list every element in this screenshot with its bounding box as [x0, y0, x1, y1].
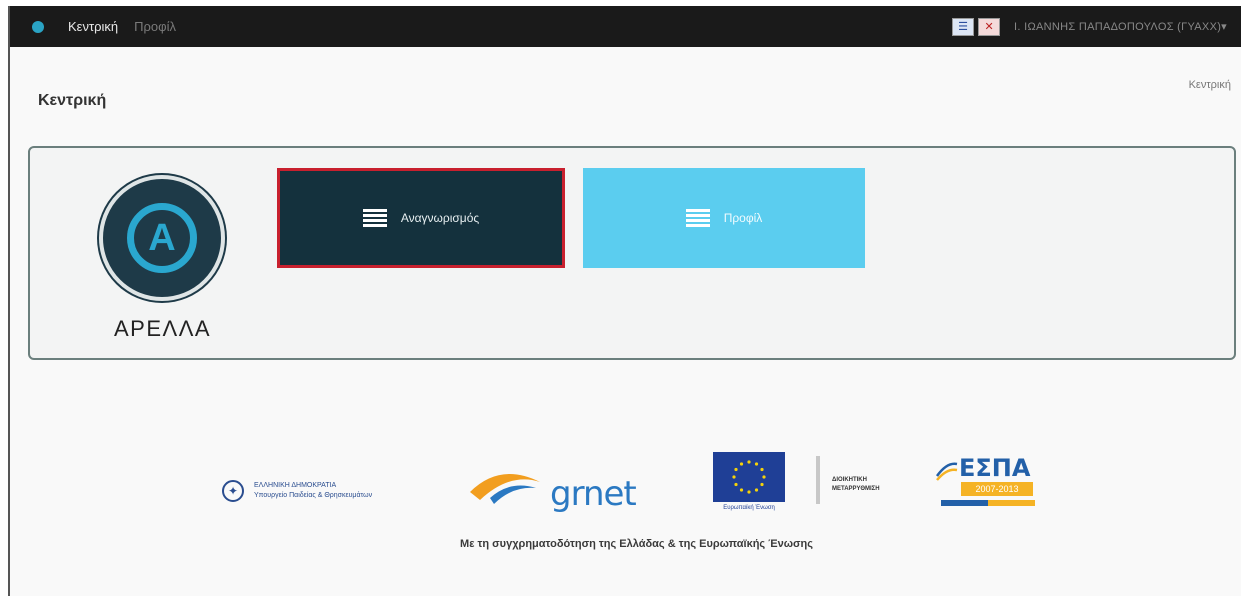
page-title: Κεντρική [38, 92, 107, 109]
cofunding-text: Με τη συγχρηματοδότηση της Ελλάδας & της… [460, 538, 813, 550]
top-navbar: Κεντρική Προφίλ ☰ ✕ Ι. ΙΩΑΝΝΗΣ ΠΑΠΑΔΟΠΟΥ… [10, 6, 1241, 47]
grnet-swoosh-icon [470, 474, 540, 504]
list-icon [685, 209, 710, 227]
tile-label: Προφίλ [723, 211, 763, 225]
list-icon [362, 209, 387, 227]
eu-flag-icon [713, 452, 785, 502]
administrative-reform-logo: ΔΙΟΙΚΗΤΙΚΗ ΜΕΤΑΡΡΥΘΜΙΣΗ [810, 456, 910, 504]
main-panel: A ΑΡΕΛΛΑ Αναγνωρισμός Προφίλ [28, 146, 1236, 360]
user-menu[interactable]: Ι. ΙΩΑΝΝΗΣ ΠΑΠΑΔΟΠΟΥΛΟΣ (ΓΥΑΧΧ)▾ [1014, 20, 1227, 33]
apella-logo: A [99, 175, 225, 301]
dm-line-2: ΜΕΤΑΡΡΥΘΜΙΣΗ [832, 486, 880, 492]
espa-logo: ΕΣΠΑ 2007-2013 [935, 454, 1040, 514]
dm-line-1: ΔΙΟΙΚΗΤΙΚΗ [832, 477, 867, 483]
nav-link-home[interactable]: Κεντρική [68, 19, 118, 34]
footer-logos: ✦ ΕΛΛΗΝΙΚΗ ΔΗΜΟΚΡΑΤΙΑ Υπουργείο Παιδείας… [10, 446, 1241, 566]
tile-label: Αναγνωρισμός [400, 211, 480, 225]
espa-swoosh-icon [935, 462, 958, 481]
tile-registrations[interactable]: Αναγνωρισμός [277, 168, 565, 268]
breadcrumb[interactable]: Κεντρική [1189, 79, 1231, 91]
grnet-logo: grnet [460, 452, 710, 514]
language-english-button[interactable]: ✕ [978, 17, 1001, 36]
espa-wordmark: ΕΣΠΑ [959, 454, 1031, 482]
language-greek-button[interactable]: ☰ [952, 17, 975, 36]
at-sign-icon: A [127, 203, 197, 273]
ministry-logo: ✦ ΕΛΛΗΝΙΚΗ ΔΗΜΟΚΡΑΤΙΑ Υπουργείο Παιδείας… [222, 480, 372, 502]
app-frame: Κεντρική Προφίλ ☰ ✕ Ι. ΙΩΑΝΝΗΣ ΠΑΠΑΔΟΠΟΥ… [8, 6, 1241, 596]
grnet-wordmark: grnet [550, 474, 637, 514]
app-logo-icon[interactable] [32, 20, 44, 33]
tile-profile[interactable]: Προφίλ [583, 168, 865, 268]
ministry-line-1: ΕΛΛΗΝΙΚΗ ΔΗΜΟΚΡΑΤΙΑ [254, 482, 337, 489]
espa-years: 2007-2013 [961, 482, 1033, 496]
eu-caption: Ευρωπαϊκή Ένωση [723, 505, 775, 511]
nav-link-profile[interactable]: Προφίλ [134, 19, 176, 34]
apella-logo-text: ΑΡΕΛΛΑ [114, 316, 212, 341]
column-icon [816, 456, 820, 504]
espa-stripe [941, 500, 1035, 506]
ministry-line-2: Υπουργείο Παιδείας & Θρησκευμάτων [254, 492, 373, 499]
greek-seal-icon: ✦ [222, 480, 244, 502]
navbar-right: ☰ ✕ Ι. ΙΩΑΝΝΗΣ ΠΑΠΑΔΟΠΟΥΛΟΣ (ΓΥΑΧΧ)▾ [948, 17, 1227, 36]
